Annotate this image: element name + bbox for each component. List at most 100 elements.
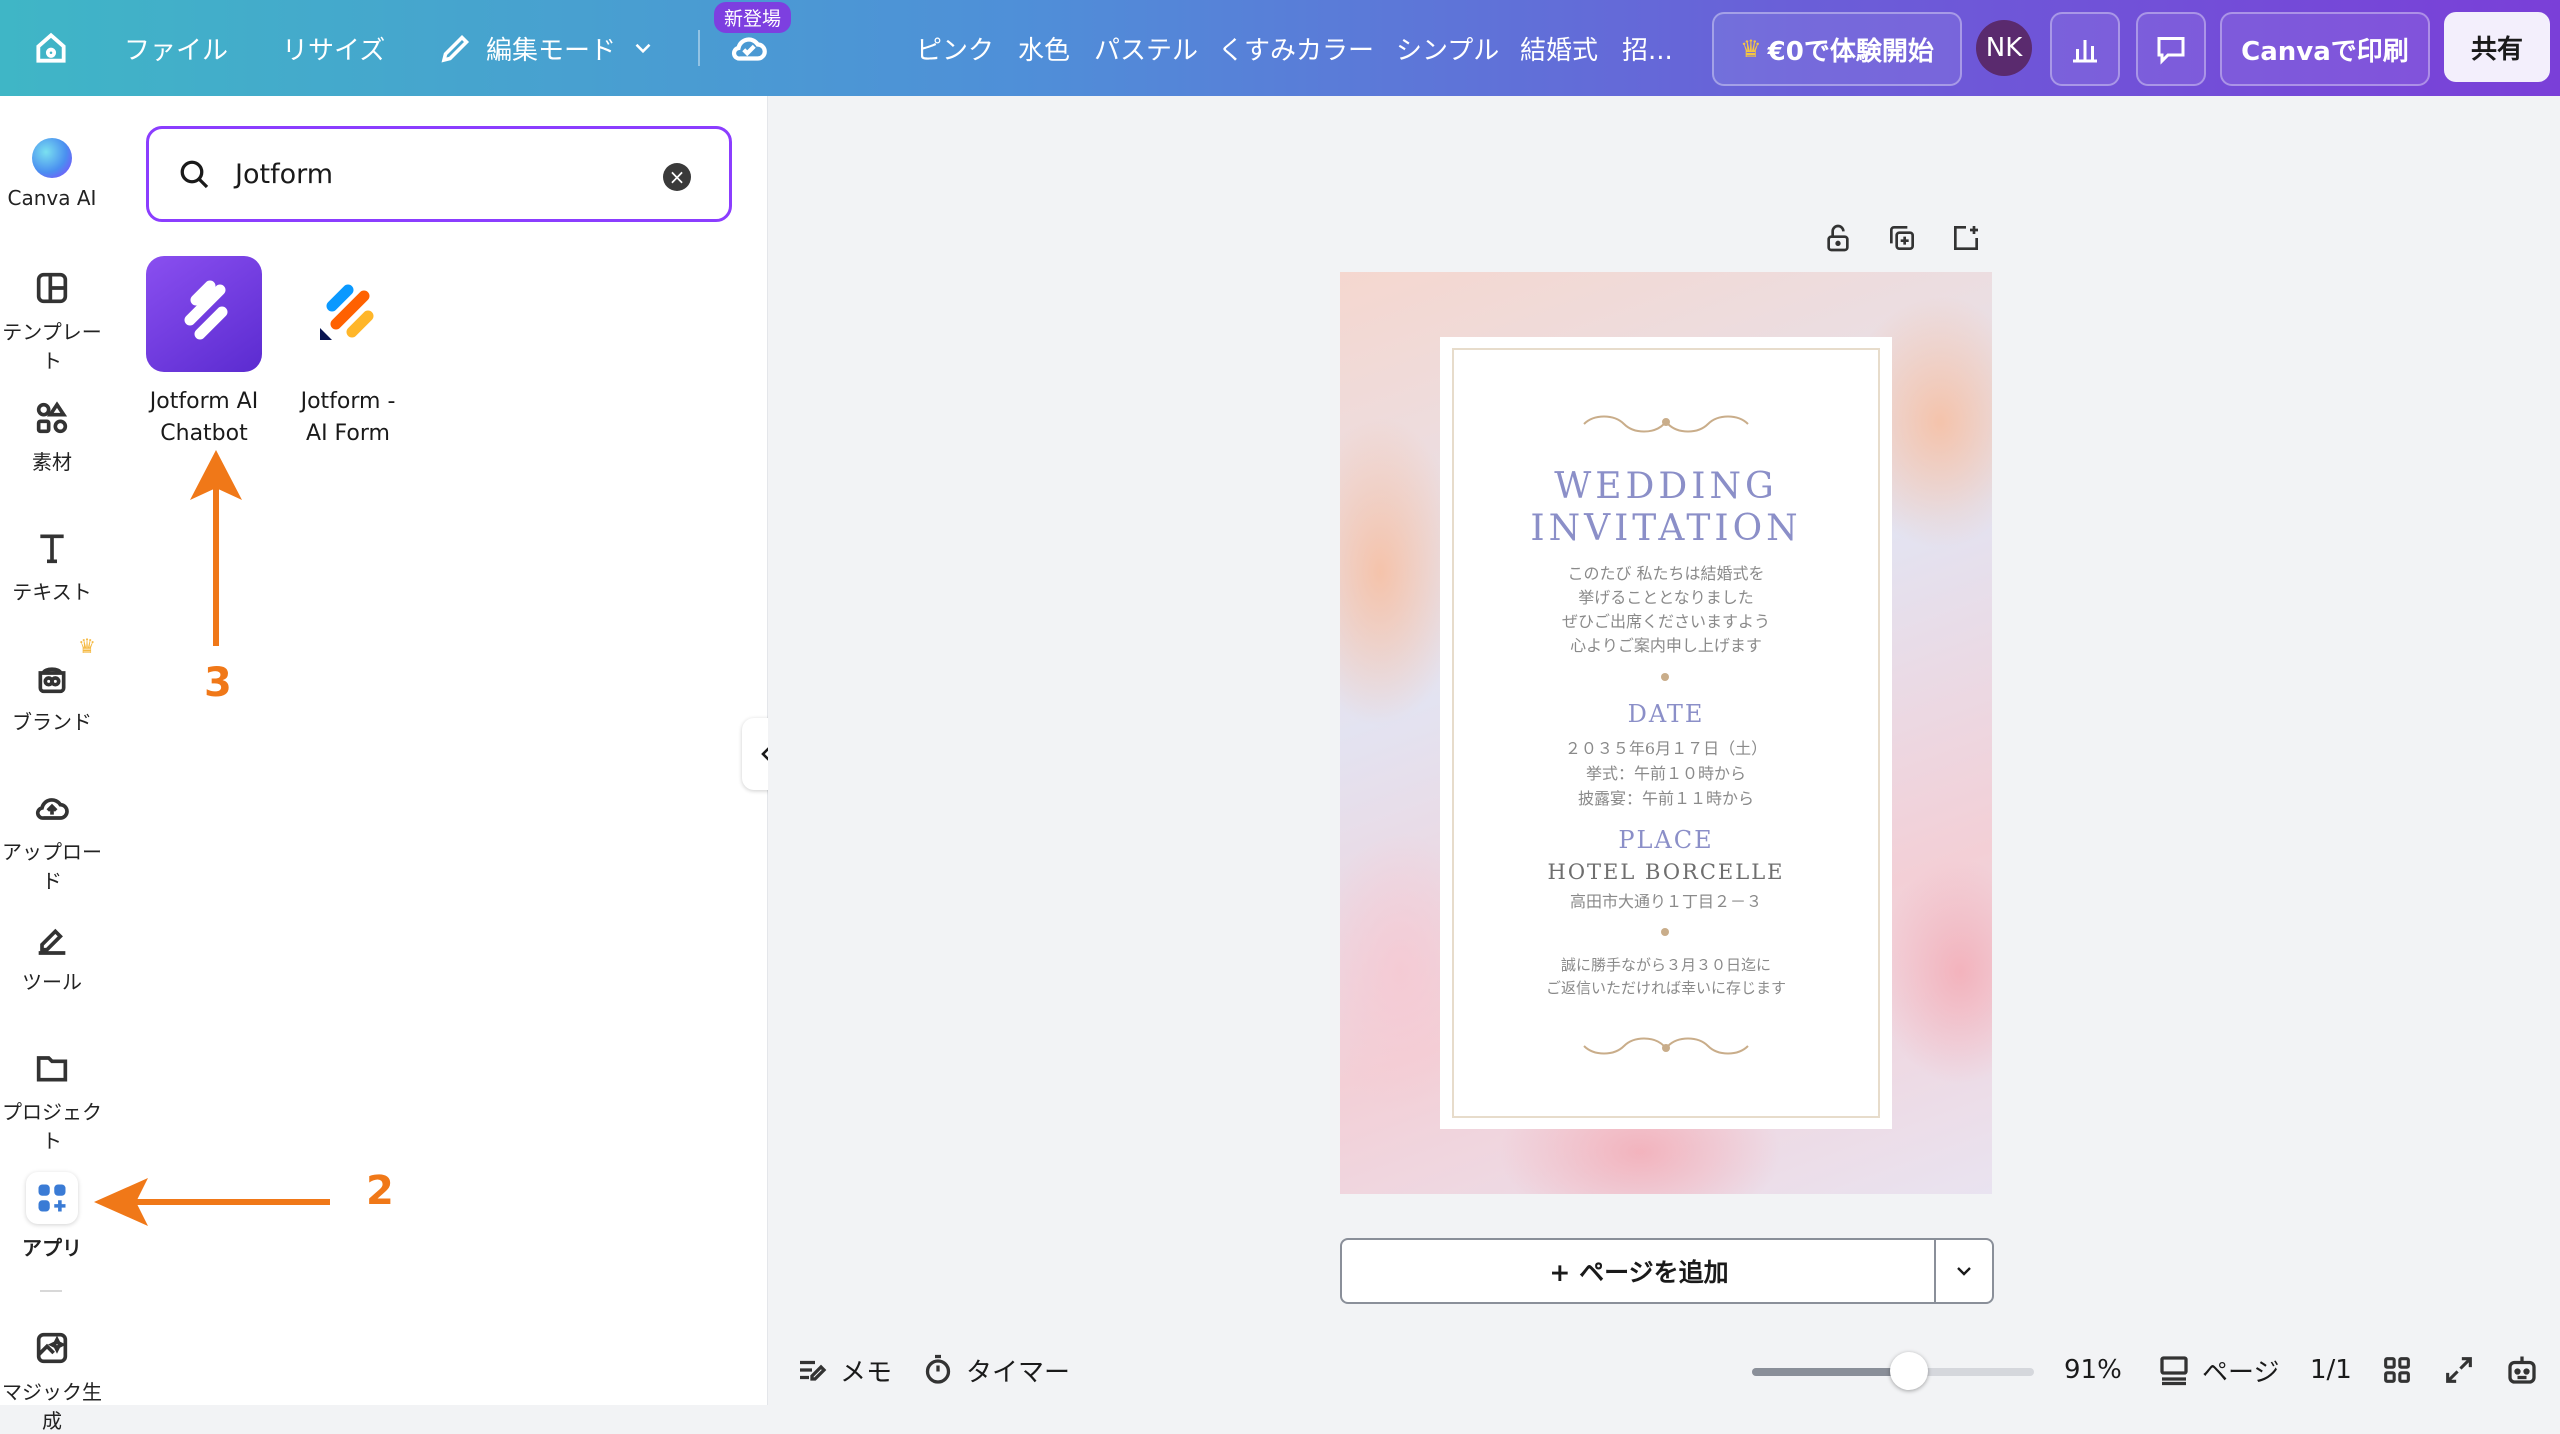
home-button[interactable] (32, 0, 70, 96)
grid-view-button[interactable] (2380, 1340, 2414, 1400)
rail-elements[interactable]: 素材 (0, 398, 104, 475)
print-button[interactable]: Canvaで印刷 (2220, 12, 2430, 86)
invitation-message: このたび 私たちは結婚式を 挙げることとなりました ぜひご出席くださいますよう … (1561, 564, 1770, 655)
zoom-slider[interactable] (1752, 1352, 2034, 1390)
draw-tool-icon (38, 928, 66, 955)
timer-icon (925, 1354, 951, 1384)
title-line-2: INVITATION (1530, 508, 1802, 549)
resize-menu[interactable]: リサイズ (282, 0, 385, 96)
chevron-down-icon (1957, 1267, 1971, 1276)
comment-icon (2157, 37, 2185, 65)
place-heading: PLACE (1618, 826, 1714, 854)
annotation-arrow-3 (190, 450, 242, 646)
jotform-chatbot-logo-icon (184, 280, 228, 340)
zoom-level[interactable]: 91% (2064, 1340, 2122, 1400)
pages-button[interactable]: ページ (2156, 1340, 2279, 1400)
zoom-slider-handle[interactable] (1890, 1352, 1928, 1390)
ornament-bottom-icon (1583, 1037, 1749, 1055)
ornament-top-icon (1583, 415, 1749, 433)
divider (698, 30, 700, 66)
avatar[interactable]: NK (1976, 20, 2032, 76)
folder-icon (36, 1056, 68, 1082)
chevron-down-icon (635, 43, 651, 54)
suggestion-simple[interactable]: シンプル (1396, 0, 1499, 96)
top-bar: ファイル リサイズ 編集モード 新登場 ピンク 水色 パステル くすみカラー シ… (0, 0, 2560, 96)
add-page-options-button[interactable] (1934, 1238, 1994, 1304)
dot-divider (1661, 928, 1669, 936)
elements-icon (36, 401, 68, 434)
notes-button[interactable]: メモ (794, 1340, 892, 1400)
insights-button[interactable] (2050, 12, 2120, 86)
notes-icon (800, 1360, 827, 1381)
crown-icon: ♛ (78, 634, 96, 658)
lock-icon[interactable] (1822, 222, 1854, 254)
date-heading: DATE (1627, 700, 1705, 728)
annotation-label-2: 2 (366, 1168, 394, 1214)
add-page-button[interactable]: + ページを追加 (1340, 1238, 1936, 1304)
suggestion-invitation[interactable]: 招... (1622, 0, 1673, 96)
crown-icon: ♛ (1740, 35, 1762, 63)
canva-ai-icon (32, 138, 72, 178)
dot-divider (1661, 673, 1669, 681)
magic-media-icon (36, 1332, 68, 1364)
rail-uploads[interactable]: アップロード (0, 788, 104, 894)
clear-search-button[interactable]: × (663, 163, 691, 191)
duplicate-icon[interactable] (1886, 222, 1918, 254)
rail-apps[interactable]: アプリ (0, 1172, 104, 1261)
rail-tools[interactable]: ツール (0, 918, 104, 995)
edit-mode-button[interactable]: 編集モード (438, 0, 656, 96)
cloud-sync-button[interactable] (728, 0, 770, 96)
rail-magic-media[interactable]: マジック生成 (0, 1328, 104, 1434)
date-details: ２０３５年6月１７日（土） 挙式：午前１０時から 披露宴：午前１１時から (1564, 739, 1768, 808)
search-field[interactable]: Jotform × (146, 126, 732, 222)
template-icon (36, 272, 68, 304)
assistant-button[interactable] (2504, 1340, 2540, 1400)
timer-button[interactable]: タイマー (920, 1340, 1070, 1400)
place-address: 高田市大通り１丁目２－３ (1569, 892, 1762, 911)
app-label-chatbot[interactable]: Jotform AI Chatbot (124, 386, 284, 450)
annotation-arrow-2 (94, 1178, 330, 1226)
text-icon (40, 534, 64, 564)
zoom-slider-fill (1752, 1368, 1908, 1376)
page-counter: 1/1 (2310, 1355, 2352, 1385)
suggestion-wedding[interactable]: 結婚式 (1520, 0, 1598, 96)
suggestion-light-blue[interactable]: 水色 (1018, 0, 1070, 96)
pencil-icon (441, 34, 470, 63)
close-icon: × (668, 165, 686, 189)
jotform-ai-chatbot-tile[interactable] (146, 256, 262, 372)
assistant-icon (2508, 1356, 2536, 1384)
file-menu[interactable]: ファイル (124, 0, 228, 96)
suggestion-pink[interactable]: ピンク (916, 0, 994, 96)
suggestion-pastel[interactable]: パステル (1094, 0, 1198, 96)
rail-canva-ai[interactable]: Canva AI (0, 138, 104, 210)
rail-templates[interactable]: テンプレート (0, 268, 104, 374)
app-label-ai-form[interactable]: Jotform - AI Form (268, 386, 428, 450)
bar-chart-icon (2073, 40, 2097, 63)
pages-icon (2160, 1356, 2188, 1386)
share-button[interactable]: 共有 (2444, 12, 2550, 82)
fullscreen-button[interactable] (2442, 1340, 2476, 1400)
cloud-check-icon (731, 37, 767, 61)
expand-icon (2446, 1357, 2472, 1383)
trial-button[interactable]: ♛ €0で体験開始 (1712, 12, 1962, 86)
cloud-upload-icon (35, 798, 69, 820)
jotform-logo-icon (320, 284, 374, 340)
title-line-1: WEDDING (1554, 466, 1778, 507)
rail-text[interactable]: テキスト (0, 528, 104, 605)
brand-icon (38, 667, 66, 694)
rail-brand[interactable]: ブランド (0, 658, 104, 735)
comment-button[interactable] (2136, 12, 2206, 86)
add-page-icon[interactable] (1950, 222, 1982, 254)
jotform-ai-form-tile[interactable] (290, 256, 406, 372)
home-icon (36, 32, 66, 63)
rail-projects[interactable]: プロジェクト (0, 1048, 104, 1154)
invitation-border (1452, 348, 1880, 1118)
place-name: HOTEL BORCELLE (1547, 860, 1785, 884)
rsvp-note: 誠に勝手ながら３月３０日迄に ご返信いただければ幸いに存じます (1545, 956, 1786, 997)
search-input[interactable]: Jotform (235, 159, 333, 190)
annotation-label-3: 3 (204, 660, 232, 706)
grid-icon (2384, 1357, 2410, 1383)
suggestion-dusty-color[interactable]: くすみカラー (1218, 0, 1374, 96)
divider (40, 1290, 62, 1292)
apps-icon (38, 1184, 66, 1212)
